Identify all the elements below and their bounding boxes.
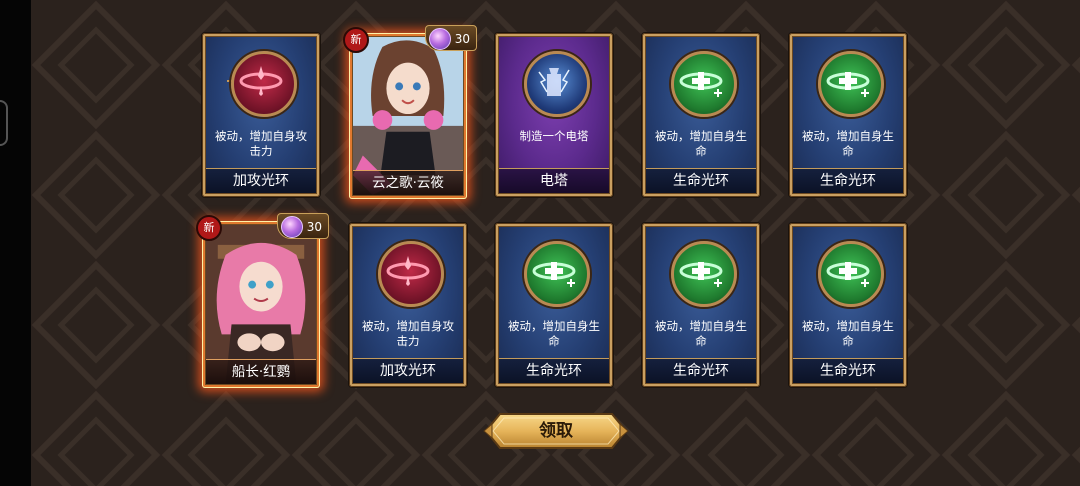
card-description: 被动，增加自身生命 <box>802 129 894 158</box>
card-description: 被动，增加自身生命 <box>655 319 747 348</box>
side-handle[interactable] <box>0 100 8 146</box>
card-name: 生命光环 <box>646 168 756 193</box>
card-name: 船长·红鹦 <box>206 359 316 384</box>
card-name: 电塔 <box>499 168 609 193</box>
cost-badge: 30 <box>277 213 329 239</box>
reward-card-attack-aura-1[interactable]: 被动，增加自身攻击力 加攻光环 <box>202 33 320 197</box>
card-name: 生命光环 <box>499 358 609 383</box>
card-description: 被动，增加自身生命 <box>508 319 600 348</box>
card-description: 被动，增加自身生命 <box>655 129 747 158</box>
card-name: 生命光环 <box>793 168 903 193</box>
attack-aura-icon <box>378 241 444 307</box>
card-name: 加攻光环 <box>206 168 316 193</box>
life-aura-icon <box>671 51 737 117</box>
card-name: 加攻光环 <box>353 358 463 383</box>
cost-badge: 30 <box>425 25 477 51</box>
reward-card-life-aura-2[interactable]: 被动，增加自身生命 生命光环 <box>789 33 907 197</box>
life-aura-icon <box>524 241 590 307</box>
life-aura-icon <box>818 51 884 117</box>
card-name: 生命光环 <box>646 358 756 383</box>
reward-card-electric-tower[interactable]: 制造一个电塔 电塔 <box>495 33 613 197</box>
card-description: 被动，增加自身生命 <box>802 319 894 348</box>
reward-card-attack-aura-2[interactable]: 被动，增加自身攻击力 加攻光环 <box>349 223 467 387</box>
claim-button[interactable]: 领取 <box>482 410 630 452</box>
card-description: 被动，增加自身攻击力 <box>215 129 307 158</box>
new-badge: 新 <box>343 27 369 53</box>
cost-value: 30 <box>306 220 322 234</box>
new-badge: 新 <box>196 215 222 241</box>
card-description: 被动，增加自身攻击力 <box>362 319 454 348</box>
gem-icon <box>281 216 303 238</box>
reward-card-life-aura-4[interactable]: 被动，增加自身生命 生命光环 <box>642 223 760 387</box>
claim-button-label: 领取 <box>539 421 573 441</box>
life-aura-icon <box>671 241 737 307</box>
reward-card-hero-yunxiao[interactable]: 云之歌·云筱 <box>349 33 467 199</box>
card-name: 生命光环 <box>793 358 903 383</box>
gem-icon <box>429 28 451 50</box>
left-edge-bar <box>0 0 31 486</box>
life-aura-icon <box>818 241 884 307</box>
card-description: 制造一个电塔 <box>519 129 589 143</box>
card-name: 云之歌·云筱 <box>353 170 463 195</box>
cost-value: 30 <box>454 32 470 46</box>
lightning-tower-icon <box>524 51 590 117</box>
attack-aura-icon <box>231 51 297 117</box>
reward-card-life-aura-1[interactable]: 被动，增加自身生命 生命光环 <box>642 33 760 197</box>
reward-card-life-aura-3[interactable]: 被动，增加自身生命 生命光环 <box>495 223 613 387</box>
reward-card-hero-hongying[interactable]: 船长·红鹦 <box>202 221 320 388</box>
reward-card-life-aura-5[interactable]: 被动，增加自身生命 生命光环 <box>789 223 907 387</box>
